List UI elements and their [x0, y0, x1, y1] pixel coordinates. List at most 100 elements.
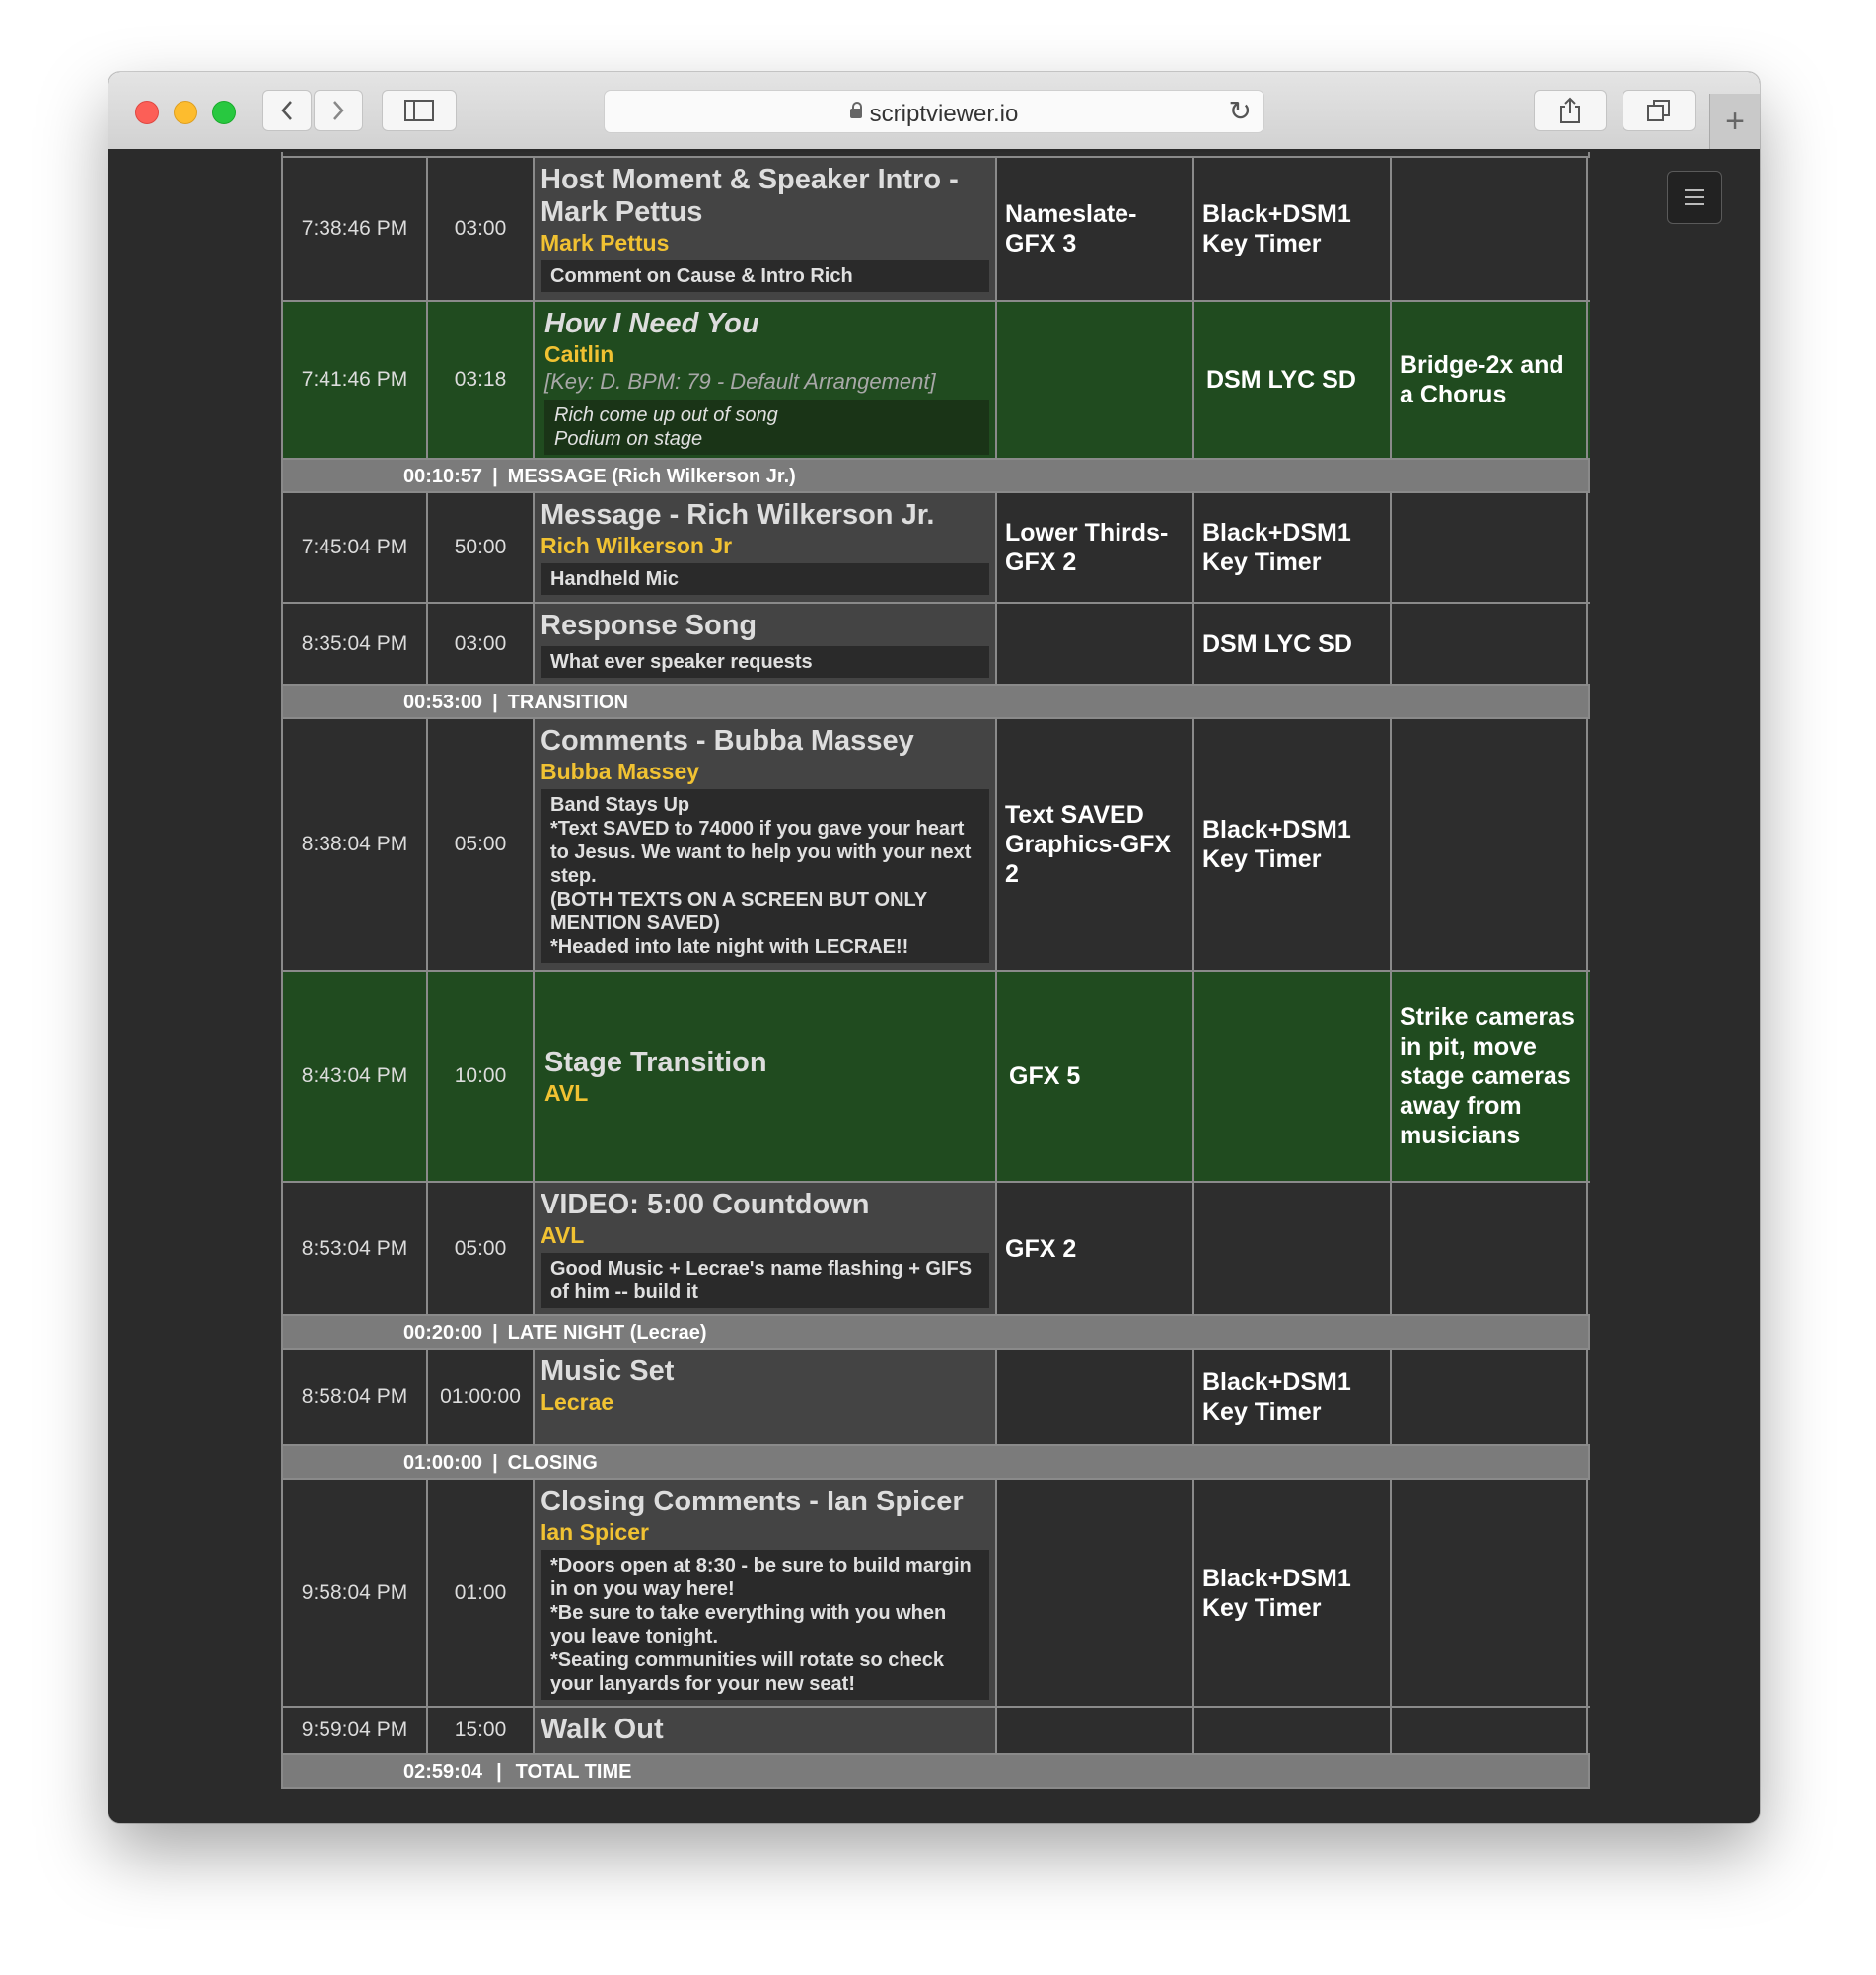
item-title: Walk Out — [541, 1714, 664, 1745]
graphics-cell — [997, 1350, 1194, 1444]
item-title: Music Set — [541, 1355, 675, 1387]
length: 50:00 — [428, 493, 535, 602]
graphics-cell — [997, 604, 1194, 684]
table-row[interactable]: 8:43:04 PM 10:00 Stage Transition AVL GF… — [281, 972, 1590, 1183]
item-person: Rich Wilkerson Jr — [541, 533, 733, 558]
length: 01:00:00 — [428, 1350, 535, 1444]
address-bar[interactable]: scriptviewer.io ↻ — [604, 90, 1264, 133]
item-title: Comments - Bubba Massey — [541, 725, 914, 757]
section-time: 01:00:00 — [403, 1452, 483, 1474]
minimize-window-button[interactable] — [174, 101, 197, 124]
graphics-cell — [997, 1708, 1194, 1753]
item-title: VIDEO: 5:00 Countdown — [541, 1189, 870, 1220]
back-button[interactable] — [262, 90, 312, 131]
item-note: *Doors open at 8:30 - be sure to build m… — [541, 1550, 989, 1700]
item-note: What ever speaker requests — [541, 646, 989, 678]
item-note: Handheld Mic — [541, 563, 989, 595]
table-row[interactable]: 8:35:04 PM 03:00 Response Song What ever… — [281, 604, 1590, 686]
item-person: Mark Pettus — [541, 230, 670, 256]
section-time: 00:10:57 — [403, 466, 483, 487]
section-header: 01:00:00 | CLOSING — [281, 1446, 1590, 1480]
notes-cell — [1392, 1350, 1588, 1444]
section-header: 00:10:57 | MESSAGE (Rich Wilkerson Jr.) — [281, 460, 1590, 493]
item-note: Comment on Cause & Intro Rich — [541, 260, 989, 292]
table-row[interactable]: 7:45:04 PM 50:00 Message - Rich Wilkerso… — [281, 493, 1590, 604]
item-details: Walk Out — [535, 1708, 997, 1753]
share-button[interactable] — [1534, 90, 1607, 131]
menu-button[interactable] — [1667, 171, 1722, 224]
table-row[interactable]: 9:58:04 PM 01:00 Closing Comments - Ian … — [281, 1480, 1590, 1708]
notes-cell — [1392, 493, 1588, 602]
start-time: 7:45:04 PM — [281, 493, 428, 602]
video-cell — [1194, 1183, 1392, 1314]
reload-icon[interactable]: ↻ — [1229, 97, 1252, 126]
item-title: Response Song — [541, 610, 758, 641]
item-person: AVL — [541, 1222, 585, 1248]
section-label: MESSAGE (Rich Wilkerson Jr.) — [507, 466, 796, 487]
table-row[interactable]: 8:58:04 PM 01:00:00 Music Set Lecrae Bla… — [281, 1350, 1590, 1446]
notes-cell — [1392, 604, 1588, 684]
lock-icon — [849, 101, 862, 118]
length: 15:00 — [428, 1708, 535, 1753]
sidebar-toggle-button[interactable] — [382, 90, 457, 131]
notes-cell — [1392, 719, 1588, 970]
length: 05:00 — [428, 1183, 535, 1314]
start-time: 9:59:04 PM — [281, 1708, 428, 1753]
start-time: 8:38:04 PM — [281, 719, 428, 970]
start-time: 7:38:46 PM — [281, 158, 428, 300]
table-row[interactable]: 7:38:46 PM 03:00 Host Moment & Speaker I… — [281, 158, 1590, 302]
notes-cell: Strike cameras in pit, move stage camera… — [1392, 972, 1588, 1181]
table-row[interactable]: 7:41:46 PM 03:18 How I Need You Caitlin … — [281, 302, 1590, 460]
item-title: Host Moment & Speaker Intro - Mark Pettu… — [541, 164, 959, 228]
table-row[interactable]: 9:59:04 PM 15:00 Walk Out — [281, 1708, 1590, 1755]
table-row[interactable]: 8:53:04 PM 05:00 VIDEO: 5:00 Countdown A… — [281, 1183, 1590, 1316]
graphics-cell — [997, 302, 1194, 458]
video-cell: DSM LYC SD — [1194, 302, 1392, 458]
notes-cell — [1392, 158, 1588, 300]
notes-cell — [1392, 1183, 1588, 1314]
close-window-button[interactable] — [135, 101, 159, 124]
length: 01:00 — [428, 1480, 535, 1706]
video-cell: Black+DSM1 Key Timer — [1194, 493, 1392, 602]
video-cell — [1194, 972, 1392, 1181]
page-content: 7:38:46 PM 03:00 Host Moment & Speaker I… — [108, 149, 1760, 1823]
item-title: How I Need You — [544, 308, 759, 339]
total-time-row: 02:59:04 | TOTAL TIME — [281, 1755, 1590, 1789]
item-title: Message - Rich Wilkerson Jr. — [541, 499, 935, 531]
notes-cell — [1392, 1708, 1588, 1753]
item-details: Message - Rich Wilkerson Jr. Rich Wilker… — [535, 493, 997, 602]
chevron-left-icon — [281, 101, 292, 120]
zoom-window-button[interactable] — [212, 101, 236, 124]
section-label: CLOSING — [507, 1452, 598, 1474]
browser-toolbar: scriptviewer.io ↻ + — [108, 72, 1760, 150]
total-label: TOTAL TIME — [515, 1761, 632, 1783]
table-row[interactable]: 8:38:04 PM 05:00 Comments - Bubba Massey… — [281, 719, 1590, 972]
new-tab-button[interactable]: + — [1709, 94, 1760, 149]
length: 10:00 — [428, 972, 535, 1181]
notes-cell — [1392, 1480, 1588, 1706]
section-header: 00:53:00 | TRANSITION — [281, 686, 1590, 719]
item-note: Band Stays Up *Text SAVED to 74000 if yo… — [541, 789, 989, 963]
sidebar-icon — [404, 100, 434, 121]
tabs-icon — [1647, 100, 1670, 121]
video-cell: Black+DSM1 Key Timer — [1194, 1480, 1392, 1706]
video-cell: Black+DSM1 Key Timer — [1194, 719, 1392, 970]
total-time: 02:59:04 — [403, 1761, 483, 1783]
url-text: scriptviewer.io — [869, 101, 1019, 127]
item-title: Closing Comments - Ian Spicer — [541, 1486, 964, 1517]
item-note: Rich come up out of song Podium on stage — [544, 400, 989, 455]
video-cell: DSM LYC SD — [1194, 604, 1392, 684]
item-details: Host Moment & Speaker Intro - Mark Pettu… — [535, 158, 997, 300]
start-time: 8:58:04 PM — [281, 1350, 428, 1444]
item-note: Good Music + Lecrae's name flashing + GI… — [541, 1253, 989, 1308]
tabs-overview-button[interactable] — [1623, 90, 1696, 131]
song-arrangement: [Key: D. BPM: 79 - Default Arrangement] — [544, 369, 936, 394]
forward-button[interactable] — [314, 90, 363, 131]
start-time: 8:35:04 PM — [281, 604, 428, 684]
item-person: Bubba Massey — [541, 759, 700, 784]
section-label: LATE NIGHT (Lecrae) — [507, 1322, 707, 1344]
video-cell: Black+DSM1 Key Timer — [1194, 1350, 1392, 1444]
section-header: 00:20:00 | LATE NIGHT (Lecrae) — [281, 1316, 1590, 1350]
start-time: 8:43:04 PM — [281, 972, 428, 1181]
item-details: Response Song What ever speaker requests — [535, 604, 997, 684]
